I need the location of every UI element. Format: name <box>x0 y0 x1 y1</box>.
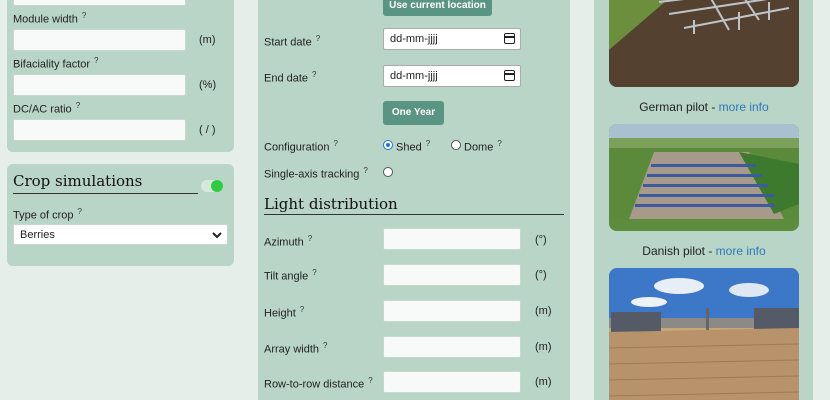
row-to-row-distance-label: Row-to-row distance? <box>264 376 373 391</box>
help-icon[interactable]: ? <box>76 101 80 110</box>
tilt-angle-input[interactable] <box>383 264 521 286</box>
help-icon[interactable]: ? <box>323 341 327 350</box>
one-year-button[interactable]: One Year <box>383 101 444 125</box>
module-width-input[interactable] <box>13 29 186 51</box>
start-date-value: dd-mm-jjjj <box>390 33 438 45</box>
height-input[interactable] <box>383 300 521 322</box>
end-date-input[interactable]: dd-mm-jjjj <box>383 65 521 87</box>
single-axis-tracking-label: Single-axis tracking? <box>264 166 368 181</box>
config-shed-label[interactable]: Shed? <box>396 139 430 154</box>
help-icon[interactable]: ? <box>94 56 98 65</box>
end-date-value: dd-mm-jjjj <box>390 70 438 82</box>
toggle-knob <box>211 180 223 192</box>
crop-simulations-title: Crop simulations <box>13 172 143 190</box>
help-icon[interactable]: ? <box>300 305 304 314</box>
light-distribution-heading: Light distribution <box>264 195 398 213</box>
crop-title-rule <box>13 193 198 194</box>
configuration-label: Configuration? <box>264 139 338 154</box>
german-pilot-more-info-link[interactable]: more info <box>719 100 769 114</box>
crop-simulations-toggle[interactable] <box>201 180 223 192</box>
row-to-row-distance-input[interactable] <box>383 371 521 393</box>
height-unit: (m) <box>535 305 552 317</box>
dc-ac-ratio-label: DC/AC ratio? <box>13 101 81 116</box>
use-current-location-button[interactable]: Use current location <box>383 0 492 16</box>
height-label: Height? <box>264 305 305 320</box>
top-field-input[interactable] <box>13 0 186 6</box>
help-icon[interactable]: ? <box>426 139 430 148</box>
danish-pilot-caption: Danish pilot - more info <box>609 244 799 258</box>
third-pilot-image <box>609 268 799 400</box>
start-date-label: Start date? <box>264 34 321 49</box>
help-icon[interactable]: ? <box>312 70 316 79</box>
german-pilot-image <box>609 0 799 87</box>
end-date-label: End date? <box>264 70 317 85</box>
chevron-down-icon <box>212 232 222 239</box>
dc-ac-ratio-input[interactable] <box>13 119 186 141</box>
module-width-unit: (m) <box>199 34 216 46</box>
german-pilot-name: German pilot - <box>639 100 719 114</box>
help-icon[interactable]: ? <box>368 376 372 385</box>
dc-ac-ratio-unit: ( / ) <box>199 124 216 136</box>
danish-pilot-name: Danish pilot - <box>642 244 716 258</box>
danish-pilot-image <box>609 124 799 231</box>
german-pilot-caption: German pilot - more info <box>609 100 799 114</box>
azimuth-label: Azimuth? <box>264 234 313 249</box>
array-width-label: Array width? <box>264 341 328 356</box>
help-icon[interactable]: ? <box>308 234 312 243</box>
config-dome-radio[interactable] <box>451 140 461 150</box>
config-shed-radio[interactable] <box>383 140 393 150</box>
help-icon[interactable]: ? <box>78 207 82 216</box>
tilt-angle-unit: (°) <box>535 269 547 281</box>
help-icon[interactable]: ? <box>82 11 86 20</box>
help-icon[interactable]: ? <box>312 268 316 277</box>
bifaciality-label: Bifaciality factor? <box>13 56 99 71</box>
config-dome-label[interactable]: Dome? <box>464 139 502 154</box>
danish-pilot-photo[interactable] <box>609 124 799 231</box>
german-pilot-photo[interactable] <box>609 0 799 87</box>
third-pilot-photo[interactable] <box>609 268 799 400</box>
single-axis-tracking-radio[interactable] <box>383 167 393 177</box>
calendar-icon[interactable] <box>504 70 515 81</box>
help-icon[interactable]: ? <box>333 139 337 148</box>
help-icon[interactable]: ? <box>316 34 320 43</box>
bifaciality-unit: (%) <box>199 79 217 91</box>
azimuth-unit: (°) <box>535 234 547 246</box>
help-icon[interactable]: ? <box>363 166 367 175</box>
type-of-crop-select[interactable]: Berries <box>13 224 228 245</box>
array-width-unit: (m) <box>535 341 552 353</box>
type-of-crop-label: Type of crop? <box>13 207 82 222</box>
bifaciality-input[interactable] <box>13 74 186 96</box>
help-icon[interactable]: ? <box>497 139 501 148</box>
start-date-input[interactable]: dd-mm-jjjj <box>383 28 521 50</box>
danish-pilot-more-info-link[interactable]: more info <box>716 244 766 258</box>
module-width-label: Module width? <box>13 11 87 26</box>
light-heading-rule <box>264 214 564 215</box>
array-width-input[interactable] <box>383 336 521 358</box>
tilt-angle-label: Tilt angle? <box>264 268 317 283</box>
calendar-icon[interactable] <box>504 33 515 44</box>
azimuth-input[interactable] <box>383 228 521 250</box>
row-to-row-distance-unit: (m) <box>535 376 552 388</box>
type-of-crop-value: Berries <box>20 229 55 241</box>
